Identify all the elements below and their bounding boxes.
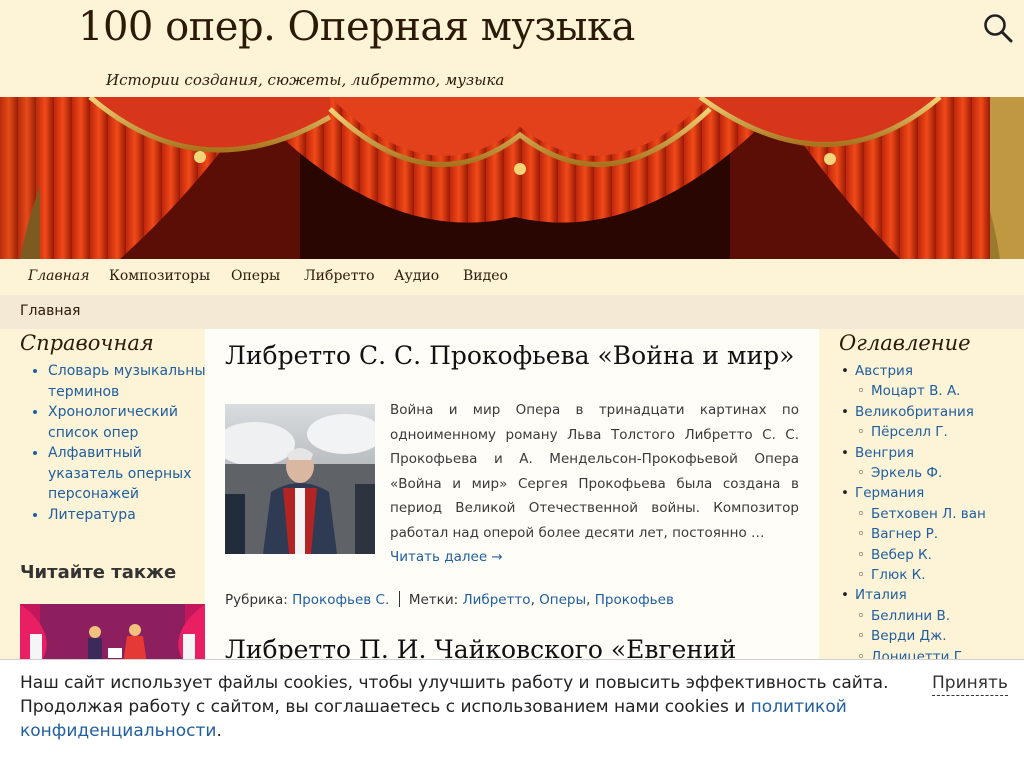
toc-country-hungary: Венгрия Эркель Ф. — [819, 443, 1024, 484]
site-tagline: Истории создания, сюжеты, либретто, музы… — [106, 71, 505, 89]
read-more-link[interactable]: Читать далее → — [390, 549, 503, 565]
nav-item-operas[interactable]: Оперы — [231, 268, 280, 284]
reference-link-label[interactable]: Хронологический список опер — [48, 404, 178, 441]
toc-country-uk: Великобритания Пёрселл Г. — [819, 402, 1024, 443]
tags-label: Метки: — [408, 592, 459, 608]
reference-link-characters[interactable]: Алфавитный указатель оперных персонажей — [48, 443, 218, 505]
toc-country-link[interactable]: Венгрия — [855, 445, 914, 461]
opera-scene-photo — [225, 404, 375, 554]
toc-composer-link[interactable]: Беллини В. — [871, 608, 950, 624]
cookie-text: Наш сайт использует файлы cookies, чтобы… — [20, 671, 900, 743]
category-label: Рубрика: — [225, 592, 288, 608]
nav-item-libretto[interactable]: Либретто — [304, 268, 375, 284]
meta-separator — [398, 591, 400, 607]
reference-link-label[interactable]: Литература — [48, 507, 136, 523]
nav-item-video[interactable]: Видео — [463, 268, 508, 284]
toc-composer: Бетховен Л. ван — [855, 504, 1024, 525]
site-header: 100 опер. Оперная музыка Истории создани… — [0, 0, 1024, 97]
site-title[interactable]: 100 опер. Оперная музыка — [78, 4, 635, 50]
toc-composer-link[interactable]: Моцарт В. А. — [871, 383, 960, 399]
reference-widget-title: Справочная — [20, 331, 154, 355]
tag-link-libretto[interactable]: Либретто — [462, 592, 530, 608]
tag-link-prokofiev[interactable]: Прокофьев — [595, 592, 674, 608]
header-banner-image — [0, 97, 1024, 259]
cookie-banner: Наш сайт использует файлы cookies, чтобы… — [0, 659, 1024, 769]
toc-composer: Верди Дж. — [855, 626, 1024, 647]
post-thumbnail[interactable] — [225, 404, 375, 554]
post-excerpt: Война и мир Опера в тринадцати картинах … — [390, 402, 799, 541]
search-button[interactable] — [982, 12, 1014, 44]
toc-composer-link[interactable]: Верди Дж. — [871, 628, 947, 644]
toc-composer: Беллини В. — [855, 606, 1024, 627]
toc-list: Австрия Моцарт В. А. Великобритания Пёрс… — [819, 361, 1024, 668]
nav-item-home[interactable]: Главная — [28, 268, 90, 284]
breadcrumb[interactable]: Главная — [20, 303, 80, 319]
toc-composer: Глюк К. — [855, 565, 1024, 586]
toc-composer-link[interactable]: Вебер К. — [871, 547, 932, 563]
toc-country-link[interactable]: Германия — [855, 485, 924, 501]
reference-list: Словарь музыкальных терминов Хронологиче… — [20, 361, 218, 525]
nav-item-composers[interactable]: Композиторы — [109, 268, 210, 284]
reference-link-glossary[interactable]: Словарь музыкальных терминов — [48, 361, 218, 402]
toc-widget-title: Оглавление — [839, 331, 971, 355]
toc-composer-link[interactable]: Глюк К. — [871, 567, 926, 583]
tag-link-operas[interactable]: Оперы — [539, 592, 586, 608]
toc-country-italy: Италия Беллини В. Верди Дж. Доницетти Г. — [819, 585, 1024, 667]
toc-country-germany: Германия Бетховен Л. ван Вагнер Р. Вебер… — [819, 483, 1024, 585]
post-title[interactable]: Либретто С. С. Прокофьева «Война и мир» — [225, 341, 794, 370]
breadcrumb-bar: Главная — [0, 295, 1024, 329]
category-link[interactable]: Прокофьев С. — [292, 592, 389, 608]
toc-composer-link[interactable]: Бетховен Л. ван — [871, 506, 986, 522]
stage-illustration-image — [20, 604, 205, 664]
toc-country-link[interactable]: Италия — [855, 587, 907, 603]
accept-cookies-button[interactable]: Принять — [932, 673, 1008, 696]
cookie-tail: . — [216, 721, 222, 741]
toc-composer-link[interactable]: Пёрселл Г. — [871, 424, 948, 440]
reference-link-literature[interactable]: Литература — [48, 505, 218, 526]
main-navigation: Главная Композиторы Оперы Либретто Аудио… — [0, 259, 1024, 295]
toc-country-link[interactable]: Австрия — [855, 363, 913, 379]
toc-composer: Пёрселл Г. — [855, 422, 1024, 443]
toc-composer-link[interactable]: Эркель Ф. — [871, 465, 942, 481]
search-icon — [984, 14, 1013, 43]
toc-composer: Эркель Ф. — [855, 463, 1024, 484]
toc-composer: Вебер К. — [855, 545, 1024, 566]
toc-country-link[interactable]: Великобритания — [855, 404, 974, 420]
theatre-curtain-illustration — [0, 97, 1024, 259]
toc-country-austria: Австрия Моцарт В. А. — [819, 361, 1024, 402]
read-also-title: Читайте также — [20, 562, 177, 583]
read-also-thumbnail[interactable] — [20, 604, 205, 664]
toc-composer-link[interactable]: Вагнер Р. — [871, 526, 938, 542]
nav-item-audio[interactable]: Аудио — [394, 268, 439, 284]
toc-composer: Вагнер Р. — [855, 524, 1024, 545]
reference-link-label[interactable]: Алфавитный указатель оперных персонажей — [48, 445, 191, 502]
reference-link-chronology[interactable]: Хронологический список опер — [48, 402, 218, 443]
reference-link-label[interactable]: Словарь музыкальных терминов — [48, 363, 214, 400]
post-meta: Рубрика: Прокофьев С. Метки: Либретто, О… — [225, 591, 674, 608]
toc-composer: Моцарт В. А. — [855, 381, 1024, 402]
